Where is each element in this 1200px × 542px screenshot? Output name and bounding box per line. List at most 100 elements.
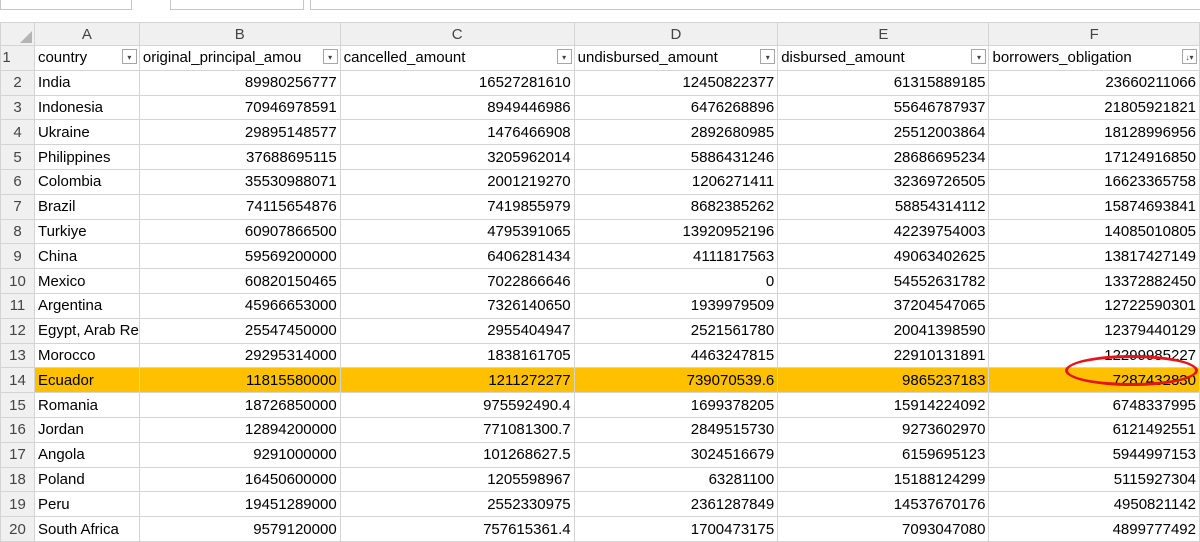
cell-borrowers-obligation[interactable]: 14085010805	[988, 218, 1200, 245]
cell-disbursed[interactable]: 49063402625	[777, 243, 990, 270]
cell-borrowers-obligation[interactable]: 13817427149	[988, 243, 1200, 270]
row-number[interactable]: 9	[0, 243, 35, 270]
cell-original-principal[interactable]: 12894200000	[138, 416, 341, 443]
filter-dropdown-icon[interactable]: ▾	[322, 49, 338, 64]
cell-disbursed[interactable]: 9865237183	[777, 367, 990, 394]
cell-cancelled[interactable]: 6406281434	[339, 243, 575, 270]
cell-cancelled[interactable]: 2001219270	[339, 168, 575, 195]
row-number[interactable]: 15	[0, 392, 35, 418]
cell-cancelled[interactable]: 2955404947	[339, 317, 575, 344]
row-number[interactable]: 14	[0, 367, 35, 394]
cell-borrowers-obligation[interactable]: 18128996956	[988, 119, 1200, 146]
header-cell-country[interactable]: country ▾	[33, 45, 140, 71]
cell-original-principal[interactable]: 59569200000	[138, 243, 341, 270]
cell-cancelled[interactable]: 16527281610	[339, 69, 575, 96]
cell-original-principal[interactable]: 29295314000	[138, 342, 341, 369]
cell-borrowers-obligation[interactable]: 23660211066	[988, 69, 1200, 96]
cell-borrowers-obligation[interactable]: 5944997153	[988, 441, 1200, 468]
cell-country[interactable]: India	[33, 69, 140, 96]
cell-disbursed[interactable]: 42239754003	[777, 218, 990, 245]
row-number[interactable]: 3	[0, 94, 35, 121]
formula-input[interactable]	[310, 0, 1200, 10]
cell-country[interactable]: Poland	[33, 466, 140, 493]
row-number[interactable]: 12	[0, 317, 35, 344]
cell-undisbursed[interactable]: 13920952196	[573, 218, 779, 245]
row-number[interactable]: 20	[0, 516, 35, 542]
cell-borrowers-obligation[interactable]: 7287432830	[988, 367, 1200, 394]
cell-disbursed[interactable]: 32369726505	[777, 168, 990, 195]
cell-borrowers-obligation[interactable]: 13372882450	[988, 268, 1200, 294]
row-number[interactable]: 1	[0, 45, 35, 71]
cell-undisbursed[interactable]: 63281100	[573, 466, 779, 493]
cell-disbursed[interactable]: 7093047080	[777, 516, 990, 542]
row-number[interactable]: 17	[0, 441, 35, 468]
cell-cancelled[interactable]: 1838161705	[339, 342, 575, 369]
cell-disbursed[interactable]: 61315889185	[777, 69, 990, 96]
cell-cancelled[interactable]: 1205598967	[339, 466, 575, 493]
column-header-e[interactable]: E	[777, 22, 990, 46]
cell-cancelled[interactable]: 757615361.4	[339, 516, 575, 542]
cell-original-principal[interactable]: 35530988071	[138, 168, 341, 195]
cell-disbursed[interactable]: 54552631782	[777, 268, 990, 294]
cell-undisbursed[interactable]: 2521561780	[573, 317, 779, 344]
cell-borrowers-obligation[interactable]: 4899777492	[988, 516, 1200, 542]
row-number[interactable]: 7	[0, 193, 35, 220]
row-number[interactable]: 19	[0, 491, 35, 518]
cell-original-principal[interactable]: 29895148577	[138, 119, 341, 146]
cell-disbursed[interactable]: 14537670176	[777, 491, 990, 518]
cell-undisbursed[interactable]: 2892680985	[573, 119, 779, 146]
cell-disbursed[interactable]: 15188124299	[777, 466, 990, 493]
cell-original-principal[interactable]: 9291000000	[138, 441, 341, 468]
cell-cancelled[interactable]: 7022866646	[339, 268, 575, 294]
cell-country[interactable]: China	[33, 243, 140, 270]
cell-undisbursed[interactable]: 1206271411	[573, 168, 779, 195]
cell-country[interactable]: Peru	[33, 491, 140, 518]
cell-borrowers-obligation[interactable]: 6748337995	[988, 392, 1200, 418]
cell-original-principal[interactable]: 45966653000	[138, 292, 341, 319]
cell-cancelled[interactable]: 1476466908	[339, 119, 575, 146]
cell-borrowers-obligation[interactable]: 12722590301	[988, 292, 1200, 319]
cell-country[interactable]: Indonesia	[33, 94, 140, 121]
row-number[interactable]: 2	[0, 69, 35, 96]
cell-cancelled[interactable]: 3205962014	[339, 144, 575, 170]
cell-original-principal[interactable]: 60907866500	[138, 218, 341, 245]
cell-original-principal[interactable]: 16450600000	[138, 466, 341, 493]
cell-disbursed[interactable]: 22910131891	[777, 342, 990, 369]
cell-original-principal[interactable]: 89980256777	[138, 69, 341, 96]
filter-dropdown-icon[interactable]: ▾	[971, 49, 987, 64]
filter-dropdown-icon[interactable]: ▾	[760, 49, 776, 64]
sort-filter-dropdown-icon[interactable]: ↓▾	[1182, 49, 1197, 64]
cell-disbursed[interactable]: 15914224092	[777, 392, 990, 418]
cell-original-principal[interactable]: 9579120000	[138, 516, 341, 542]
cell-cancelled[interactable]: 771081300.7	[339, 416, 575, 443]
cell-borrowers-obligation[interactable]: 16623365758	[988, 168, 1200, 195]
cell-country[interactable]: Colombia	[33, 168, 140, 195]
cell-undisbursed[interactable]: 2361287849	[573, 491, 779, 518]
cell-undisbursed[interactable]: 1699378205	[573, 392, 779, 418]
cell-cancelled[interactable]: 975592490.4	[339, 392, 575, 418]
cell-cancelled[interactable]: 7419855979	[339, 193, 575, 220]
cell-country[interactable]: Turkiye	[33, 218, 140, 245]
cell-borrowers-obligation[interactable]: 4950821142	[988, 491, 1200, 518]
cell-disbursed[interactable]: 37204547065	[777, 292, 990, 319]
header-cell-undisbursed[interactable]: undisbursed_amount ▾	[573, 45, 779, 71]
column-header-c[interactable]: C	[339, 22, 575, 46]
cell-undisbursed[interactable]: 5886431246	[573, 144, 779, 170]
cell-undisbursed[interactable]: 3024516679	[573, 441, 779, 468]
row-number[interactable]: 4	[0, 119, 35, 146]
cell-undisbursed[interactable]: 12450822377	[573, 69, 779, 96]
cell-original-principal[interactable]: 25547450000	[138, 317, 341, 344]
cell-cancelled[interactable]: 101268627.5	[339, 441, 575, 468]
cell-cancelled[interactable]: 1211272277	[339, 367, 575, 394]
cell-borrowers-obligation[interactable]: 21805921821	[988, 94, 1200, 121]
cell-undisbursed[interactable]: 739070539.6	[573, 367, 779, 394]
cell-disbursed[interactable]: 25512003864	[777, 119, 990, 146]
cell-original-principal[interactable]: 11815580000	[138, 367, 341, 394]
cell-cancelled[interactable]: 8949446986	[339, 94, 575, 121]
cell-country[interactable]: Egypt, Arab Re	[33, 317, 140, 344]
name-box[interactable]	[0, 0, 132, 10]
cell-country[interactable]: Mexico	[33, 268, 140, 294]
cell-undisbursed[interactable]: 4111817563	[573, 243, 779, 270]
cell-country[interactable]: South Africa	[33, 516, 140, 542]
header-cell-borrowers-obligation[interactable]: borrowers_obligation ↓▾	[988, 45, 1200, 71]
